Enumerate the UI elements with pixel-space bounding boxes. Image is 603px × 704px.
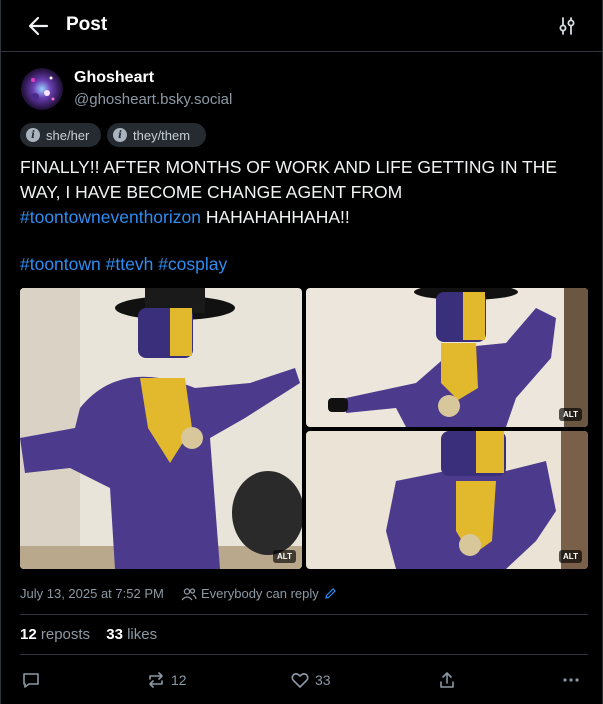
heart-icon: [291, 673, 309, 688]
pronoun-label: they/them: [133, 127, 191, 143]
post-image-3[interactable]: ALT: [306, 431, 588, 569]
reply-button[interactable]: [21, 669, 41, 691]
hashtag-row: #toontown #ttevh #cosplay: [20, 252, 227, 277]
header: Post: [1, 0, 603, 52]
like-button[interactable]: 33: [290, 669, 331, 691]
share-button[interactable]: [437, 669, 457, 691]
post-text-end: HAHAHAHHAHA!!: [200, 207, 350, 227]
repost-count: 12: [171, 672, 187, 688]
divider: [20, 654, 588, 655]
hashtag-link[interactable]: #cosplay: [158, 254, 227, 274]
cosplay-photo: [20, 288, 302, 569]
reposts-stat[interactable]: 12 reposts: [20, 626, 90, 643]
info-icon: i: [26, 128, 40, 142]
author-name[interactable]: Ghosheart: [74, 69, 154, 87]
post-image-1[interactable]: ALT: [20, 288, 302, 569]
divider: [20, 614, 588, 615]
share-icon: [440, 672, 454, 688]
post-thread-view: Post Ghosheart @ghosheart.bsky.social i …: [0, 0, 603, 704]
pronoun-badge-she-her[interactable]: i she/her: [20, 123, 101, 147]
hashtag-link[interactable]: #ttevh: [106, 254, 154, 274]
cosplay-photo: [306, 288, 588, 427]
arrow-left-icon: [28, 16, 49, 36]
likes-count: 33: [106, 626, 123, 643]
reposts-label: reposts: [40, 626, 91, 643]
info-icon: i: [113, 128, 127, 142]
alt-badge[interactable]: ALT: [273, 550, 296, 563]
repost-button[interactable]: 12: [146, 669, 187, 691]
alt-badge[interactable]: ALT: [559, 550, 582, 563]
likes-label: likes: [127, 626, 158, 643]
post-text: FINALLY!! AFTER MONTHS OF WORK AND LIFE …: [20, 155, 586, 230]
page-title: Post: [66, 14, 108, 35]
hashtag-link[interactable]: #toontown: [20, 254, 101, 274]
reply-setting[interactable]: Everybody can reply: [181, 586, 337, 601]
engagement-stats: 12 reposts 33 likes: [20, 626, 157, 643]
sliders-icon: [559, 17, 575, 35]
hashtag-link[interactable]: #toontowneventhorizon: [20, 207, 201, 227]
post-image-2[interactable]: ALT: [306, 288, 588, 427]
like-count: 33: [315, 672, 331, 688]
pronoun-badge-they-them[interactable]: i they/them: [107, 123, 206, 147]
post-timestamp[interactable]: July 13, 2025 at 7:52 PM: [20, 586, 164, 601]
cosplay-photo: [306, 431, 588, 569]
reposts-count: 12: [20, 626, 37, 643]
galaxy-avatar-image: [21, 68, 63, 110]
likes-stat[interactable]: 33 likes: [106, 626, 157, 643]
people-icon: [181, 587, 197, 600]
pencil-icon: [325, 588, 336, 599]
alt-badge[interactable]: ALT: [559, 408, 582, 421]
comment-icon: [23, 673, 39, 688]
reply-setting-label: Everybody can reply: [201, 586, 319, 601]
repost-icon: [149, 672, 163, 688]
thread-settings-button[interactable]: [555, 14, 579, 38]
more-options-button[interactable]: [561, 669, 581, 691]
pronoun-label: she/her: [46, 127, 90, 143]
post-text-body: FINALLY!! AFTER MONTHS OF WORK AND LIFE …: [20, 157, 558, 202]
back-button[interactable]: [23, 12, 53, 40]
author-handle[interactable]: @ghosheart.bsky.social: [74, 91, 232, 108]
ellipsis-icon: [563, 678, 579, 682]
avatar[interactable]: [21, 68, 63, 110]
